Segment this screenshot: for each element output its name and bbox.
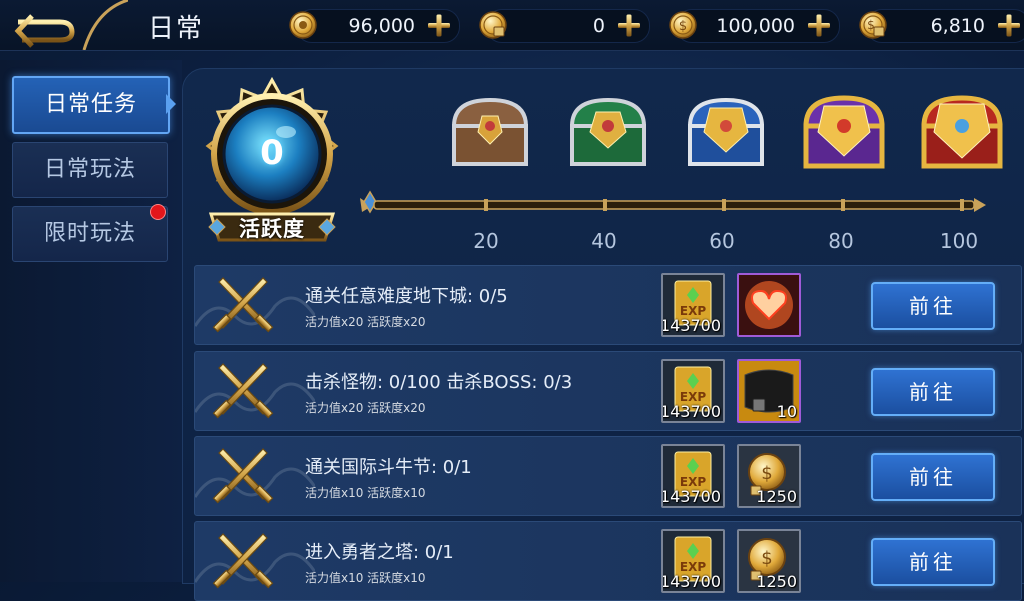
gold-coin-value: 96,000	[348, 15, 415, 37]
item-count: 143700	[661, 316, 721, 335]
item-count: 10	[776, 402, 797, 421]
reward-item[interactable]: 10	[737, 359, 801, 423]
reward-item[interactable]: EXP 143700	[661, 359, 725, 423]
locked-silver-counter: $ 6,810	[859, 9, 1024, 43]
locked-gold-value: 0	[592, 15, 605, 37]
task-reward: 活力值x10 活跃度x10	[305, 571, 426, 585]
silver-coin-value: 100,000	[716, 15, 795, 37]
blue-chest-icon[interactable]	[678, 86, 774, 182]
silver-coin-icon: $	[669, 11, 697, 39]
item-count: 143700	[661, 402, 721, 421]
sidebar-item-daily-gameplay[interactable]: 日常玩法	[12, 142, 168, 198]
green-chest-icon[interactable]	[560, 86, 656, 182]
add-locked-gold-button[interactable]	[613, 10, 645, 42]
go-button[interactable]: 前往	[871, 368, 995, 416]
milestone-label-100: 100	[939, 229, 979, 253]
milestone-label-60: 60	[709, 229, 735, 253]
svg-text:$: $	[679, 19, 687, 34]
active-tab-arrow-icon	[166, 94, 176, 114]
locked-gold-coin-icon	[479, 11, 507, 39]
crossed-swords-icon	[212, 448, 274, 504]
activity-progress-bar	[360, 190, 986, 214]
silver-coin-counter: $ 100,000	[669, 9, 840, 43]
task-reward: 活力值x10 活跃度x10	[305, 486, 426, 500]
crossed-swords-icon	[212, 533, 274, 589]
go-button[interactable]: 前往	[871, 538, 995, 586]
add-silver-coin-button[interactable]	[803, 10, 835, 42]
gold-coin-counter: 96,000	[289, 9, 460, 43]
task-title: 通关任意难度地下城: 0/5	[305, 286, 508, 307]
crossed-swords-icon	[212, 277, 274, 333]
item-count: 1250	[756, 487, 797, 506]
task-title: 通关国际斗牛节: 0/1	[305, 457, 472, 478]
reward-item[interactable]: $ 1250	[737, 444, 801, 508]
reward-item[interactable]: $ 1250	[737, 529, 801, 593]
activity-label: 活跃度	[239, 217, 305, 241]
svg-text:$: $	[761, 463, 772, 484]
task-row: 通关国际斗牛节: 0/1 活力值x10 活跃度x10 EXP 143700 $ …	[194, 436, 1022, 516]
task-row: 通关任意难度地下城: 0/5 活力值x20 活跃度x20 EXP 143700 …	[194, 265, 1022, 345]
locked-silver-coin-icon: $	[859, 11, 887, 39]
task-row: 击杀怪物: 0/100 击杀BOSS: 0/3 活力值x20 活跃度x20 EX…	[194, 351, 1022, 431]
gold-coin-icon	[289, 11, 317, 39]
red-chest-icon[interactable]	[914, 86, 1010, 182]
sidebar-item-daily-tasks[interactable]: 日常任务	[12, 76, 170, 134]
notification-badge	[150, 204, 166, 220]
activity-value: 0	[260, 133, 284, 173]
back-button[interactable]	[0, 0, 129, 51]
back-arrow-icon	[14, 0, 129, 51]
task-title: 进入勇者之塔: 0/1	[305, 542, 454, 563]
sidebar	[0, 60, 182, 582]
milestone-label-20: 20	[473, 229, 499, 253]
reward-item[interactable]	[737, 273, 801, 337]
sidebar-item-limited-gameplay[interactable]: 限时玩法	[12, 206, 168, 262]
milestone-label-80: 80	[828, 229, 854, 253]
reward-item[interactable]: EXP 143700	[661, 529, 725, 593]
add-gold-coin-button[interactable]	[423, 10, 455, 42]
task-reward: 活力值x20 活跃度x20	[305, 315, 426, 329]
go-button[interactable]: 前往	[871, 282, 995, 330]
item-count: 143700	[661, 487, 721, 506]
task-reward: 活力值x20 活跃度x20	[305, 401, 426, 415]
reward-item[interactable]: EXP 143700	[661, 273, 725, 337]
reward-item[interactable]: EXP 143700	[661, 444, 725, 508]
top-bar: 日常 96,000 0 $ 100,000 $ 6,810	[0, 0, 1024, 51]
locked-gold-counter: 0	[479, 9, 650, 43]
go-button[interactable]: 前往	[871, 453, 995, 501]
task-row: 进入勇者之塔: 0/1 活力值x10 活跃度x10 EXP 143700 $ 1…	[194, 521, 1022, 601]
svg-text:$: $	[761, 548, 772, 569]
crossed-swords-icon	[212, 363, 274, 419]
milestone-label-40: 40	[591, 229, 617, 253]
locked-silver-value: 6,810	[930, 15, 985, 37]
add-locked-silver-button[interactable]	[993, 10, 1024, 42]
heart-hands-icon	[739, 275, 799, 335]
page-title: 日常	[148, 14, 205, 44]
task-title: 击杀怪物: 0/100 击杀BOSS: 0/3	[305, 372, 573, 393]
silver-chest-icon[interactable]	[442, 86, 538, 182]
purple-chest-icon[interactable]	[796, 86, 892, 182]
